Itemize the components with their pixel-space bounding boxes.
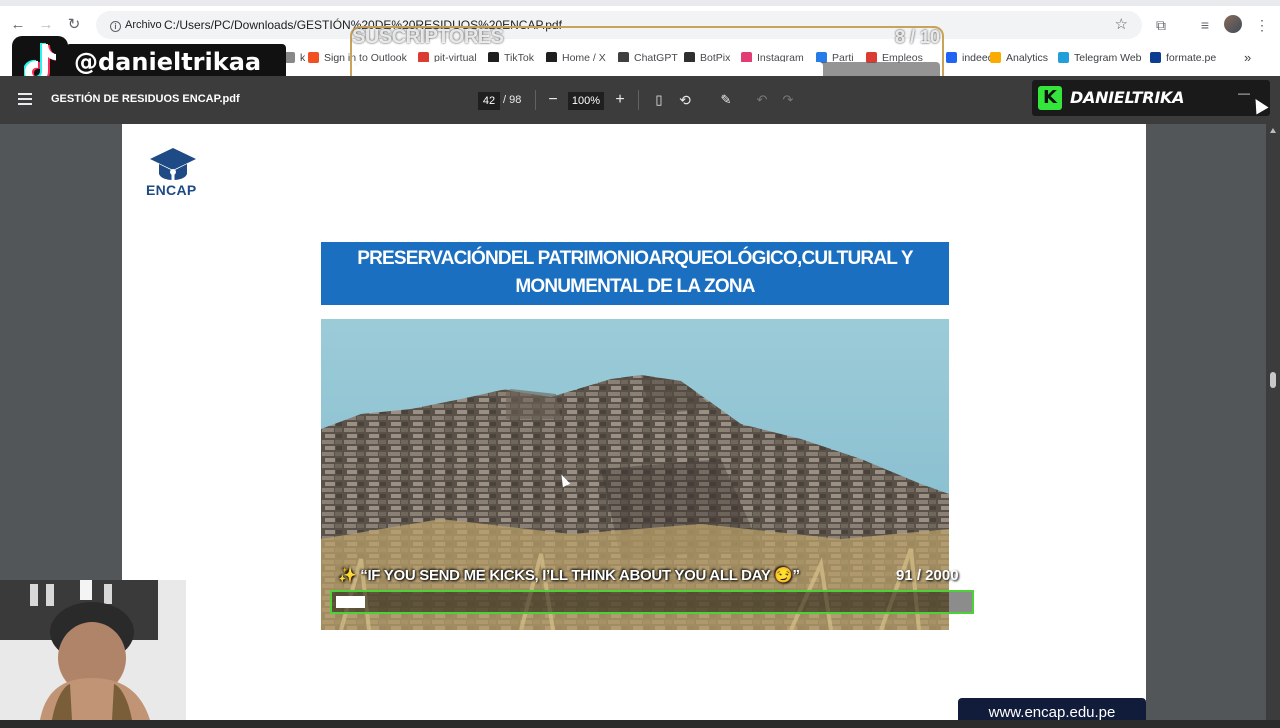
kicks-goal-fill — [336, 596, 365, 608]
kicks-goal-text: ✨ “IF YOU SEND ME KICKS, I’LL THINK ABOU… — [338, 567, 800, 584]
kick-logo: K — [1038, 86, 1062, 110]
bookmark-favicon-icon — [946, 52, 957, 63]
webcam-feed — [0, 580, 186, 720]
pdf-document-title: GESTIÓN DE RESIDUOS ENCAP.pdf — [51, 93, 240, 105]
extensions-icon[interactable]: ⧉ — [1150, 14, 1172, 36]
kicks-goal-bar — [330, 590, 974, 614]
subscribers-goal-count: 8 / 10 — [895, 27, 941, 47]
profile-avatar[interactable] — [1224, 15, 1242, 33]
bookmark-star-icon[interactable]: ☆ — [1115, 15, 1128, 33]
zoom-in-icon[interactable]: + — [610, 90, 630, 110]
bookmark-favicon-icon — [308, 52, 319, 63]
site-chip-label: Archivo — [125, 19, 162, 31]
website-footer-url[interactable]: www.encap.edu.pe — [958, 698, 1146, 721]
hamburger-menu-icon[interactable] — [18, 93, 32, 105]
bookmark-favicon-icon — [990, 52, 1001, 63]
tab-strip — [0, 0, 1280, 6]
back-arrow-icon[interactable]: ← — [7, 14, 29, 36]
bookmark-label: k — [300, 52, 306, 64]
reload-icon[interactable]: ↻ — [63, 14, 85, 36]
zoom-level-input[interactable]: 100% — [568, 92, 604, 110]
bookmark-label: Analytics — [1006, 52, 1049, 64]
bookmark-favicon-icon — [1150, 52, 1161, 63]
minimize-icon[interactable]: — — [1238, 86, 1250, 100]
bookmark-item[interactable]: Telegram Web — [1058, 50, 1142, 66]
bookmarks-overflow-icon[interactable]: » — [1244, 50, 1251, 66]
encap-logo-text: ENCAP — [146, 182, 197, 198]
forward-arrow-icon[interactable]: → — [35, 14, 57, 36]
streamer-name-overlay: K DANIELTRIKA — — [1032, 80, 1270, 116]
annotate-pen-icon[interactable]: ✎ — [716, 90, 736, 110]
streamer-name: DANIELTRIKA — [1070, 88, 1185, 107]
scrollbar[interactable] — [1266, 124, 1280, 720]
bookmark-label: formate.pe — [1166, 52, 1217, 64]
page-number-input[interactable]: 42 — [478, 92, 500, 110]
toolbar-divider — [638, 90, 639, 110]
rotate-icon[interactable]: ⟲ — [675, 90, 695, 110]
kebab-menu-icon[interactable]: ⋮ — [1251, 14, 1273, 36]
bookmark-item[interactable]: indeed — [946, 50, 994, 66]
zoom-out-icon[interactable]: − — [543, 90, 563, 110]
site-info-chip[interactable]: i Archivo — [102, 15, 170, 35]
redo-icon[interactable]: ↷ — [778, 90, 798, 110]
bookmark-label: indeed — [962, 52, 994, 64]
kicks-goal-count: 91 / 2000 — [896, 567, 959, 584]
toolbar-divider — [535, 90, 536, 110]
undo-icon[interactable]: ↶ — [752, 90, 772, 110]
bookmark-label: Telegram Web — [1074, 52, 1142, 64]
bookmark-item[interactable]: formate.pe — [1150, 50, 1216, 66]
scroll-up-arrow-icon[interactable] — [1270, 128, 1276, 133]
tiktok-handle: @danieltrikaa — [74, 48, 262, 76]
bookmark-item[interactable]: Analytics — [990, 50, 1048, 66]
fit-page-icon[interactable]: ▯ — [649, 90, 669, 110]
page-total: / 98 — [503, 94, 522, 106]
webcam-person-image — [0, 580, 186, 720]
bookmark-item[interactable]: k — [284, 50, 305, 66]
subscribers-goal-label: SUSCRIPTORES — [352, 26, 504, 48]
scrollbar-thumb[interactable] — [1270, 372, 1276, 388]
slide-heading: PRESERVACIÓNDEL PATRIMONIOARQUEOLÓGICO,C… — [321, 242, 949, 305]
reading-list-icon[interactable]: ≡ — [1194, 14, 1216, 36]
info-icon: i — [110, 21, 121, 32]
bookmark-favicon-icon — [1058, 52, 1069, 63]
